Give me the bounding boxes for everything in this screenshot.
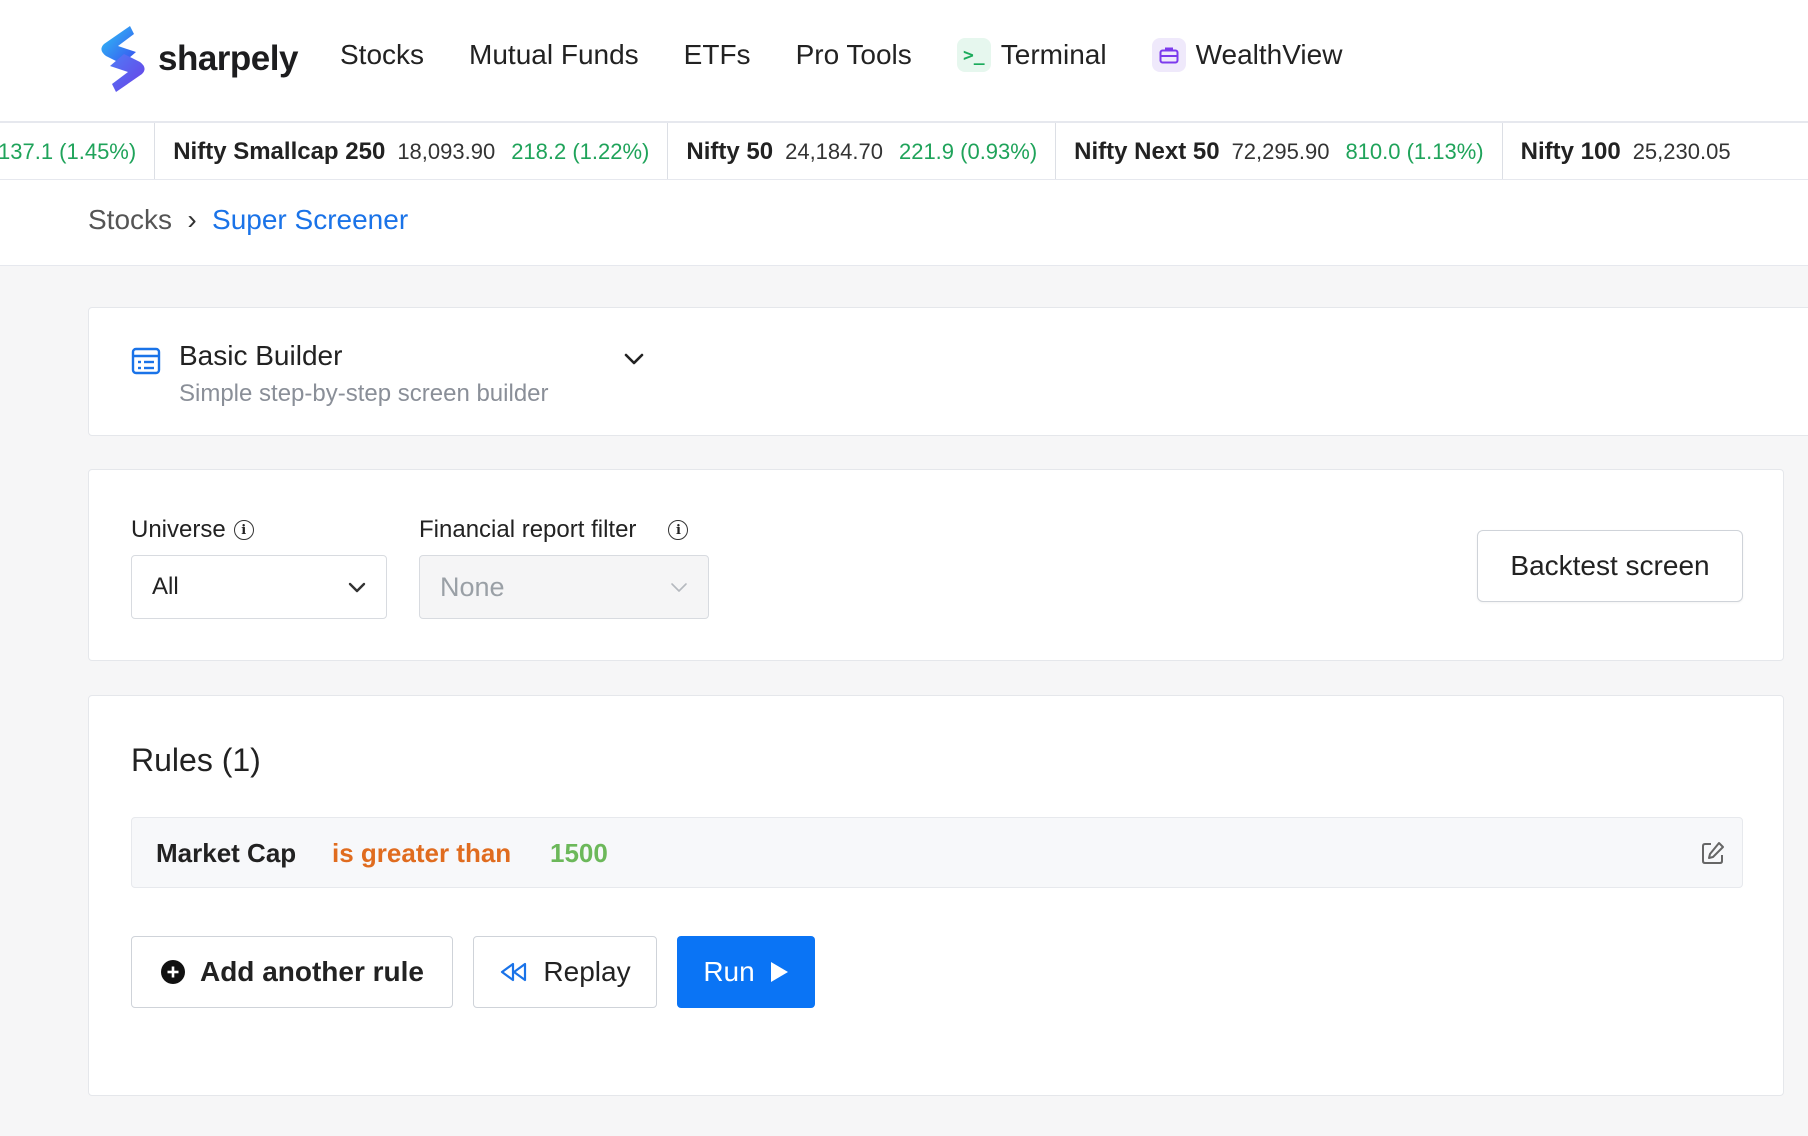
universe-label: Universe i	[131, 516, 254, 544]
nav-mutual-funds-label: Mutual Funds	[469, 39, 639, 70]
ticker-change: 810.0 (1.13%)	[1345, 138, 1484, 164]
builder-selector[interactable]: Basic Builder Simple step-by-step screen…	[88, 307, 1808, 436]
replay-button[interactable]: Replay	[473, 936, 657, 1008]
report-filter-value: None	[440, 571, 505, 602]
replay-label: Replay	[543, 956, 631, 987]
main-nav: Stocks Mutual Funds ETFs Pro Tools >_ Te…	[340, 38, 1387, 72]
ticker-item[interactable]: Nifty 50 24,184.70 221.9 (0.93%)	[668, 123, 1057, 179]
brand-logo[interactable]: sharpely	[96, 24, 298, 94]
chevron-right-icon: ›	[187, 204, 197, 235]
run-button[interactable]: Run	[677, 936, 815, 1008]
report-filter-select[interactable]: None	[419, 555, 709, 619]
terminal-icon: >_	[956, 38, 991, 72]
nav-stocks[interactable]: Stocks	[340, 39, 424, 71]
ticker-item[interactable]: Nifty 100 25,230.05	[1503, 123, 1765, 179]
ticker-item[interactable]: 137.1 (1.45%)	[0, 123, 156, 179]
builder-subtitle: Simple step-by-step screen builder	[179, 380, 549, 407]
rules-card: Rules (1) Market Cap is greater than 150…	[88, 695, 1784, 1096]
nav-wealthview[interactable]: WealthView	[1151, 38, 1343, 72]
universe-value: All	[152, 573, 179, 600]
rule-operator: is greater than	[332, 838, 512, 868]
ticker-value: 72,295.90	[1231, 138, 1330, 164]
backtest-screen-button[interactable]: Backtest screen	[1477, 530, 1743, 602]
nav-etfs[interactable]: ETFs	[684, 39, 751, 71]
briefcase-icon	[1151, 38, 1186, 72]
edit-icon[interactable]	[1700, 840, 1726, 866]
ticker-item[interactable]: Nifty Smallcap 250 18,093.90 218.2 (1.22…	[155, 123, 669, 179]
nav-pro-tools[interactable]: Pro Tools	[796, 39, 912, 71]
ticker-name: Nifty Next 50	[1074, 137, 1220, 165]
ticker-change: 137.1 (1.45%)	[0, 138, 137, 164]
ticker-change: 218.2 (1.22%)	[511, 138, 650, 164]
rule-row[interactable]: Market Cap is greater than 1500	[131, 817, 1743, 888]
rule-value: 1500	[550, 838, 608, 868]
info-icon[interactable]: i	[233, 520, 254, 540]
nav-stocks-label: Stocks	[340, 39, 425, 70]
ticker-value: 24,184.70	[785, 138, 883, 164]
nav-terminal[interactable]: >_ Terminal	[956, 38, 1107, 72]
nav-wealthview-label: WealthView	[1195, 39, 1343, 70]
rule-actions: Add another rule Replay Run	[131, 936, 835, 1008]
plus-circle-icon	[160, 960, 185, 984]
sharpely-logo-icon	[101, 26, 145, 92]
nav-etfs-label: ETFs	[683, 39, 751, 70]
add-rule-button[interactable]: Add another rule	[131, 936, 453, 1008]
play-icon	[770, 962, 788, 982]
ticker-value: 18,093.90	[397, 138, 496, 164]
universe-label-text: Universe	[131, 516, 226, 543]
ticker-name: Nifty 100	[1520, 137, 1621, 165]
nav-terminal-label: Terminal	[1000, 39, 1107, 70]
index-ticker: 137.1 (1.45%) Nifty Smallcap 250 18,093.…	[0, 123, 1808, 180]
breadcrumb-bar: Stocks › Super Screener	[0, 180, 1808, 266]
rules-title: Rules (1)	[131, 742, 261, 778]
report-filter-label: Financial report filter i	[419, 516, 689, 544]
list-icon	[131, 347, 161, 375]
breadcrumb-stocks[interactable]: Stocks	[88, 204, 172, 236]
rewind-icon	[501, 962, 527, 982]
rule-field: Market Cap	[156, 838, 297, 868]
ticker-value: 25,230.05	[1632, 138, 1731, 164]
ticker-name: Nifty Smallcap 250	[173, 137, 386, 165]
breadcrumb: Stocks › Super Screener	[88, 204, 408, 236]
filters-card: Universe i All Financial report filter i…	[88, 469, 1784, 661]
nav-mutual-funds[interactable]: Mutual Funds	[469, 39, 639, 71]
chevron-down-icon	[671, 583, 687, 592]
chevron-down-icon[interactable]	[619, 344, 649, 374]
ticker-item[interactable]: Nifty Next 50 72,295.90 810.0 (1.13%)	[1056, 123, 1503, 179]
ticker-track: 137.1 (1.45%) Nifty Smallcap 250 18,093.…	[0, 123, 1765, 179]
breadcrumb-current: Super Screener	[212, 204, 409, 235]
info-icon[interactable]: i	[668, 520, 689, 540]
nav-pro-tools-label: Pro Tools	[795, 39, 912, 70]
builder-title: Basic Builder	[179, 340, 343, 371]
top-header: sharpely Stocks Mutual Funds ETFs Pro To…	[0, 0, 1808, 123]
ticker-name: Nifty 50	[686, 137, 774, 165]
chevron-down-icon	[348, 582, 366, 593]
run-label: Run	[703, 956, 755, 987]
report-filter-label-text: Financial report filter	[419, 516, 637, 543]
brand-name: sharpely	[158, 39, 298, 78]
universe-select[interactable]: All	[131, 555, 387, 619]
add-rule-label: Add another rule	[199, 956, 424, 987]
ticker-change: 221.9 (0.93%)	[898, 138, 1038, 164]
